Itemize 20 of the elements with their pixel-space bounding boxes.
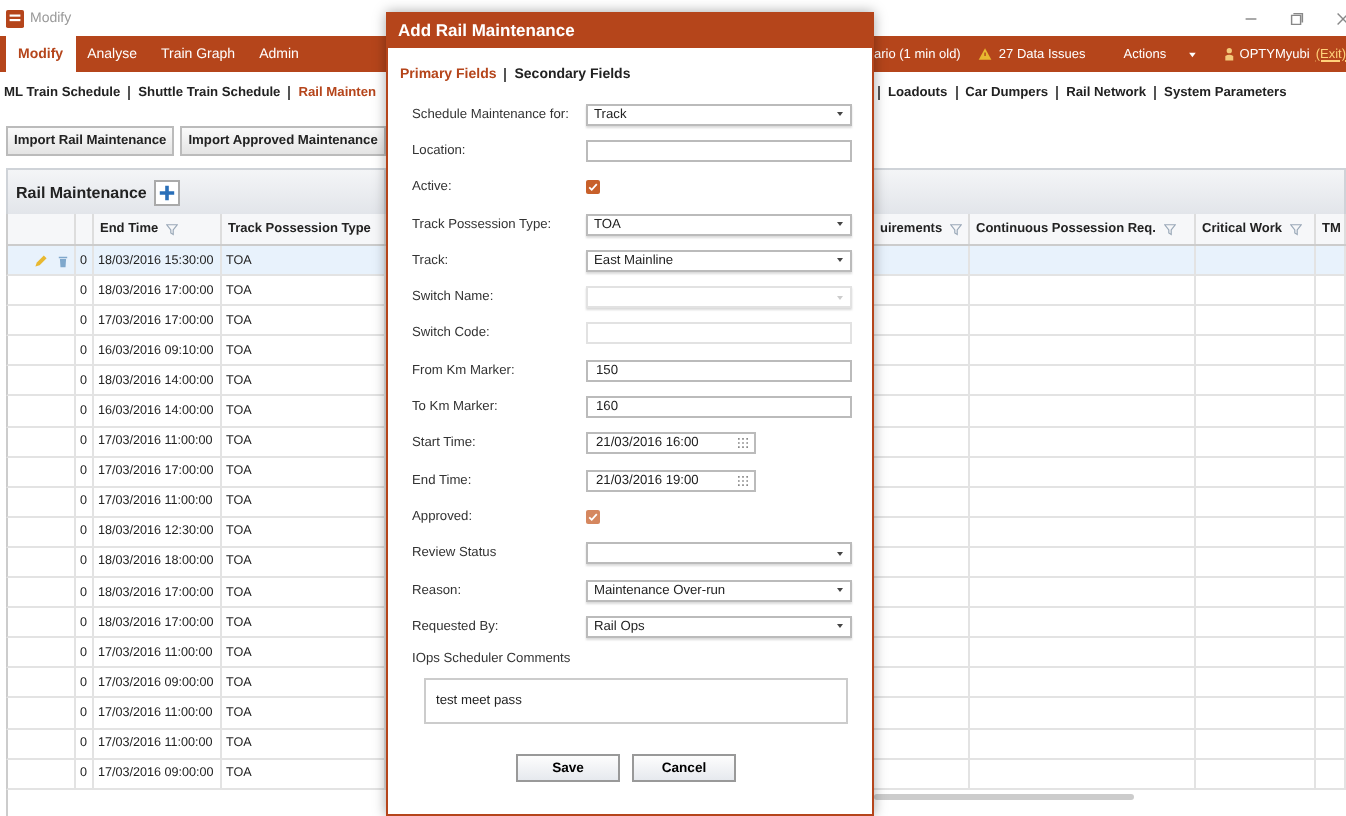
pencil-icon[interactable] — [34, 253, 48, 268]
person-icon — [1223, 46, 1234, 62]
filter-icon[interactable] — [166, 223, 179, 235]
filter-icon[interactable] — [1289, 223, 1302, 235]
app-icon — [6, 9, 24, 27]
calendar-icon[interactable] — [738, 475, 748, 486]
dialog-title: Add Rail Maintenance — [398, 20, 575, 40]
caret-icon[interactable] — [1188, 49, 1197, 59]
filter-icon[interactable] — [950, 223, 963, 235]
input-field[interactable] — [586, 139, 852, 162]
add-button[interactable] — [154, 179, 181, 205]
trash-icon[interactable] — [56, 253, 70, 268]
dropdown-field[interactable] — [586, 542, 852, 565]
warning-icon[interactable] — [978, 46, 993, 62]
checkbox[interactable] — [586, 180, 600, 195]
caret-icon[interactable] — [836, 586, 844, 594]
restore-icon[interactable] — [1288, 9, 1306, 27]
panel-title: Rail Maintenance — [16, 183, 147, 201]
calendar-icon[interactable] — [738, 438, 748, 449]
filter-icon[interactable] — [1163, 223, 1176, 235]
